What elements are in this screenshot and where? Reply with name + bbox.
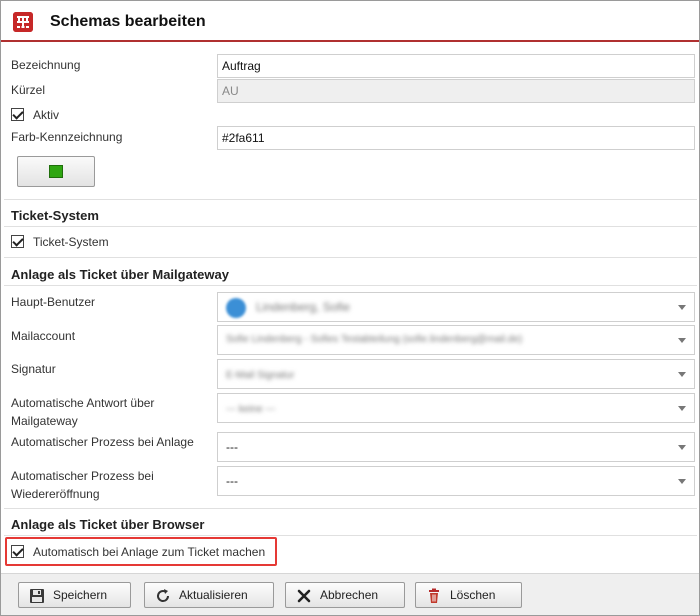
auto-prozess-wieder-value: --- — [226, 474, 238, 488]
auto-prozess-wieder-label-line2: Wiedereröffnung — [11, 487, 100, 501]
auto-prozess-anlage-label: Automatischer Prozess bei Anlage — [11, 435, 194, 449]
auto-prozess-anlage-value: --- — [226, 440, 238, 454]
delete-label: Löschen — [450, 588, 496, 602]
dialog-footer: Speichern Aktualisieren Abbrechen Lösche… — [1, 573, 699, 615]
floppy-disk-icon — [29, 588, 45, 604]
mailaccount-select[interactable]: Sofie Lindenberg - Sofies Testabteilung … — [217, 325, 695, 355]
divider — [4, 508, 697, 509]
chevron-down-icon — [678, 338, 686, 343]
divider — [4, 226, 697, 227]
kuerzel-label: Kürzel — [11, 83, 46, 97]
cancel-button[interactable]: Abbrechen — [285, 582, 405, 608]
mailaccount-value: Sofie Lindenberg - Sofies Testabteilung … — [226, 334, 523, 345]
browser-heading: Anlage als Ticket über Browser — [11, 517, 205, 532]
bezeichnung-label: Bezeichnung — [11, 58, 81, 72]
auto-prozess-wieder-select[interactable]: --- — [217, 466, 695, 496]
trash-icon — [426, 588, 442, 604]
signatur-select[interactable]: E-Mail Signatur — [217, 359, 695, 389]
ticket-system-checkbox[interactable] — [11, 235, 24, 248]
delete-button[interactable]: Löschen — [415, 582, 522, 608]
auto-antwort-label-line1: Automatische Antwort über — [11, 396, 155, 410]
aktiv-checkbox[interactable] — [11, 108, 24, 121]
auto-prozess-wieder-label-line1: Automatischer Prozess bei — [11, 469, 154, 483]
chevron-down-icon — [678, 445, 686, 450]
user-avatar — [226, 297, 246, 318]
grid-logo-icon — [13, 12, 33, 32]
browser-auto-checkbox[interactable] — [11, 545, 24, 558]
bezeichnung-input[interactable]: Auftrag — [217, 54, 695, 78]
auto-prozess-wieder-label: Automatischer Prozess bei Wiedereröffnun… — [11, 467, 154, 503]
save-button[interactable]: Speichern — [18, 582, 131, 608]
refresh-label: Aktualisieren — [179, 588, 248, 602]
haupt-benutzer-label: Haupt-Benutzer — [11, 295, 96, 309]
cancel-label: Abbrechen — [320, 588, 379, 602]
close-icon — [296, 588, 312, 604]
chevron-down-icon — [678, 479, 686, 484]
auto-antwort-select[interactable]: --- keine --- — [217, 393, 695, 423]
farb-label: Farb-Kennzeichnung — [11, 130, 123, 144]
auto-antwort-value: --- keine --- — [226, 404, 276, 415]
ticket-system-heading: Ticket-System — [11, 208, 99, 223]
ticket-system-label: Ticket-System — [33, 235, 109, 249]
mailaccount-label: Mailaccount — [11, 329, 76, 343]
browser-auto-label: Automatisch bei Anlage zum Ticket machen — [33, 545, 266, 559]
dialog-titlebar: Schemas bearbeiten — [1, 1, 699, 42]
divider — [4, 257, 697, 258]
chevron-down-icon — [678, 372, 686, 377]
color-picker-button[interactable] — [17, 156, 95, 187]
mailgateway-heading: Anlage als Ticket über Mailgateway — [11, 267, 229, 282]
refresh-icon — [155, 588, 171, 604]
divider — [4, 535, 697, 536]
divider — [4, 199, 697, 200]
auto-antwort-label-line2: Mailgateway — [11, 414, 78, 428]
chevron-down-icon — [678, 406, 686, 411]
save-label: Speichern — [53, 588, 108, 602]
signatur-label: Signatur — [11, 362, 56, 376]
haupt-benutzer-select[interactable]: Lindenberg, Sofie — [217, 292, 695, 322]
color-swatch-icon — [49, 165, 63, 178]
farb-input[interactable]: #2fa611 — [217, 126, 695, 150]
kuerzel-input: AU — [217, 79, 695, 103]
dialog-title: Schemas bearbeiten — [50, 13, 206, 30]
auto-prozess-anlage-select[interactable]: --- — [217, 432, 695, 462]
aktiv-label: Aktiv — [33, 108, 60, 122]
divider — [4, 285, 697, 286]
edit-schema-dialog: Schemas bearbeiten Bezeichnung Auftrag K… — [0, 0, 700, 616]
haupt-benutzer-value: Lindenberg, Sofie — [256, 300, 351, 314]
signatur-value: E-Mail Signatur — [226, 370, 295, 381]
auto-antwort-label: Automatische Antwort über Mailgateway — [11, 394, 154, 430]
chevron-down-icon — [678, 305, 686, 310]
refresh-button[interactable]: Aktualisieren — [144, 582, 274, 608]
